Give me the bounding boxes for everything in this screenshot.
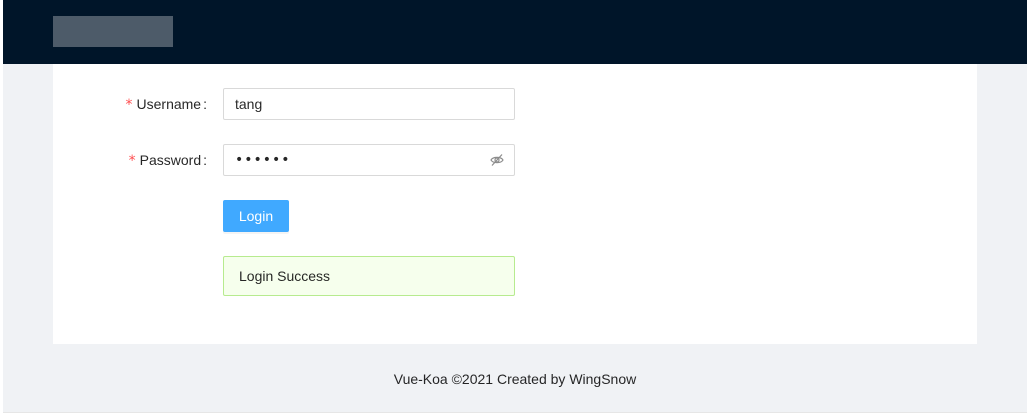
required-mark: * [125,97,133,113]
password-label: * Password: [53,144,215,176]
logo-placeholder [53,16,173,47]
username-input[interactable] [223,88,515,120]
footer-text: Vue-Koa ©2021 Created by WingSnow [393,371,637,387]
password-label-text: Password [139,152,202,168]
password-input[interactable] [224,145,484,175]
label-colon: : [203,96,207,112]
password-field [223,144,515,176]
login-button[interactable]: Login [223,200,289,232]
main-content: *Username: *Password: Login Login Succes… [53,64,977,344]
username-label: * Username: [53,88,215,120]
app-layout: *Username: *Password: Login Login Succes… [3,0,1027,413]
eye-invisible-icon[interactable] [490,153,504,167]
app-header [3,0,1027,64]
username-form-item: * Username: [53,88,515,120]
alert-message: Login Success [239,268,331,284]
app-footer: Vue-Koa ©2021 Created by WingSnow [3,344,1027,413]
label-colon: : [203,152,207,168]
username-label-text: Username [136,96,202,112]
required-mark: * [128,153,136,169]
success-alert: Login Success [223,256,515,296]
password-form-item: * Password: [53,144,515,176]
